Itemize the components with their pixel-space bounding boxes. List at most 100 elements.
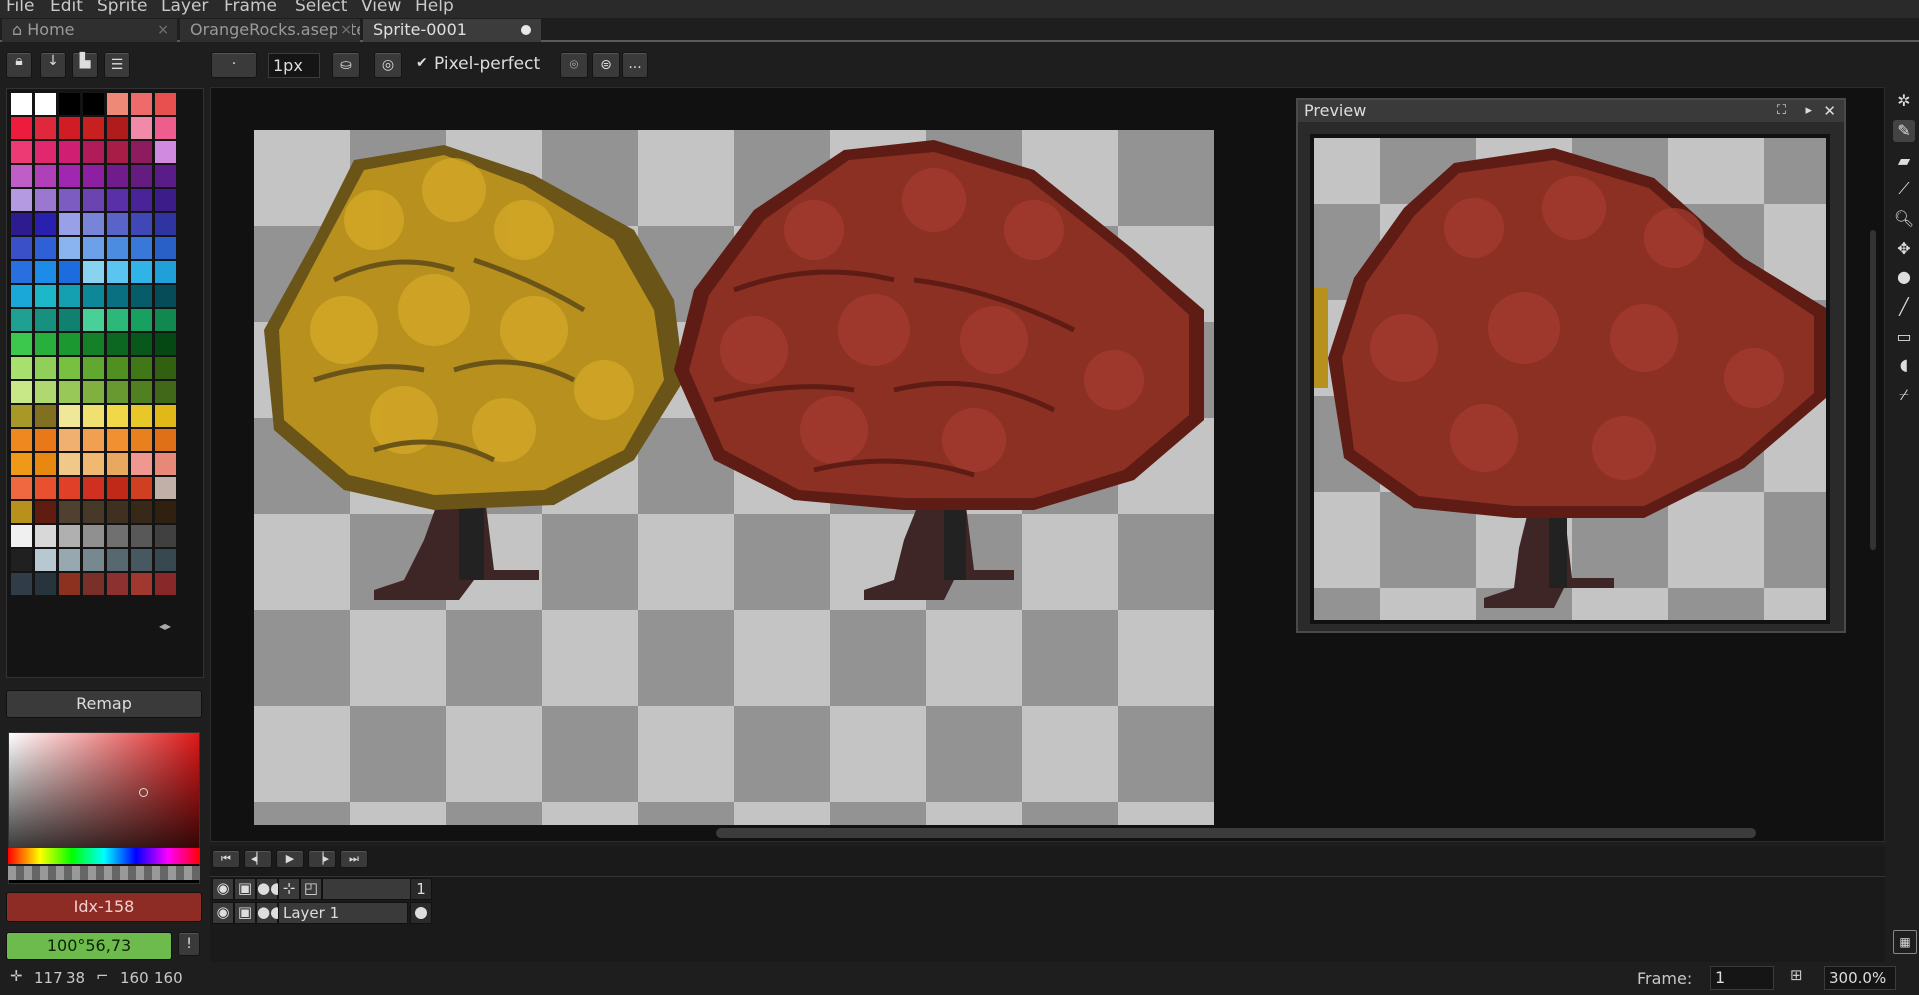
opacity-icon[interactable]: ◎ [374,52,402,78]
palette-swatch[interactable] [83,213,104,235]
palette-swatch[interactable] [155,93,176,115]
palette-swatch[interactable] [35,381,56,403]
palette-swatch[interactable] [155,213,176,235]
rectangle-icon[interactable]: ▭ [1893,326,1915,348]
palette-swatch[interactable] [11,549,32,571]
palette-swatch[interactable] [59,141,80,163]
palette-swatch[interactable] [11,93,32,115]
palette-swatch[interactable] [35,573,56,595]
palette-swatch[interactable] [155,141,176,163]
palette-swatch[interactable] [11,501,32,523]
palette-swatch[interactable] [131,477,152,499]
palette-swatch[interactable] [35,213,56,235]
palette-swatch[interactable] [131,429,152,451]
menu-layer[interactable]: Layer [161,0,208,16]
palette-swatch[interactable] [11,165,32,187]
palette-swatch[interactable] [11,237,32,259]
spray-icon[interactable]: ⌿ [1893,384,1915,406]
palette-swatch[interactable] [107,477,128,499]
palette-swatch[interactable] [35,525,56,547]
palette-swatch[interactable] [83,189,104,211]
palette-swatch[interactable] [83,573,104,595]
link-icon[interactable]: ⊹ [278,878,300,900]
palette-swatch[interactable] [131,573,152,595]
palette-swatch[interactable] [35,357,56,379]
ink-icon[interactable]: ⛀ [332,52,360,78]
new-frame-icon[interactable]: ⊞ [1790,966,1803,984]
magic-wand-icon[interactable]: ✲ [1893,90,1915,112]
cel[interactable] [410,902,432,924]
frame-field[interactable]: 1 [1710,966,1774,990]
palette-swatch[interactable] [131,165,152,187]
palette-resize-icon[interactable]: ◂▸ [159,619,171,633]
eye-icon[interactable]: ◉ [212,878,234,900]
palette-swatch[interactable] [107,261,128,283]
sprite-canvas[interactable] [254,130,1214,825]
palette-swatch[interactable] [131,333,152,355]
palette-swatch[interactable] [131,309,152,331]
palette-swatch[interactable] [11,261,32,283]
palette-swatch[interactable] [11,357,32,379]
palette-swatch[interactable] [83,549,104,571]
palette-swatch[interactable] [35,429,56,451]
palette-swatch[interactable] [35,285,56,307]
palette-swatch[interactable] [107,189,128,211]
palette-swatch[interactable] [11,453,32,475]
palette-swatch[interactable] [35,453,56,475]
palette-swatch[interactable] [155,285,176,307]
palette-swatch[interactable] [131,285,152,307]
more-options-button[interactable]: ... [622,52,648,78]
cel-icon[interactable]: ◰ [300,878,322,900]
palette-swatch[interactable] [83,501,104,523]
palette-swatch[interactable] [107,525,128,547]
palette-swatch[interactable] [131,405,152,427]
next-frame-icon[interactable]: ▕▸ [308,850,336,868]
palette-swatch[interactable] [83,357,104,379]
palette-swatch[interactable] [59,237,80,259]
palette-swatch[interactable] [11,189,32,211]
palette-swatch[interactable] [83,237,104,259]
menu-view[interactable]: View [361,0,401,16]
palette-swatch[interactable] [11,405,32,427]
palette-swatch[interactable] [155,549,176,571]
palette-swatch[interactable] [83,93,104,115]
move-icon[interactable]: ✥ [1893,238,1915,260]
palette-swatch[interactable] [107,381,128,403]
palette-swatch[interactable] [131,381,152,403]
palette-swatch[interactable] [35,405,56,427]
menu-select[interactable]: Select [295,0,347,16]
continuous-icon[interactable]: ●● [256,878,283,900]
palette-swatch[interactable] [59,213,80,235]
palette-swatch[interactable] [59,261,80,283]
palette-swatch[interactable] [131,453,152,475]
menu-frame[interactable]: Frame [224,0,277,16]
palette-swatch[interactable] [83,429,104,451]
eraser-icon[interactable]: ▰ [1893,150,1915,172]
palette-swatch[interactable] [155,429,176,451]
menu-file[interactable]: File [6,0,34,16]
palette-swatch[interactable] [107,501,128,523]
palette-swatch[interactable] [155,573,176,595]
palette-swatch[interactable] [59,429,80,451]
palette-swatch[interactable] [107,357,128,379]
palette-swatch[interactable] [107,405,128,427]
fullscreen-icon[interactable]: ⛶ [1777,100,1786,122]
palette-swatch[interactable] [155,237,176,259]
palette-swatch[interactable] [131,93,152,115]
palette-swatch[interactable] [131,189,152,211]
color-index-field[interactable]: Idx-158 [6,892,202,922]
palette-swatch[interactable] [11,213,32,235]
palette-swatch[interactable] [155,477,176,499]
frame-header[interactable]: 1 [410,878,432,900]
palette-swatch[interactable] [59,117,80,139]
menu-edit[interactable]: Edit [50,0,83,16]
palette-swatch[interactable] [107,117,128,139]
close-icon[interactable]: × [337,19,352,41]
prev-frame-icon[interactable]: ◂▏ [244,850,272,868]
palette-swatch[interactable] [11,333,32,355]
palette-swatch[interactable] [107,549,128,571]
palette-swatch[interactable] [11,525,32,547]
palette-swatch[interactable] [59,453,80,475]
palette-swatch[interactable] [83,477,104,499]
lasso-icon[interactable]: ◖ [1893,354,1915,376]
